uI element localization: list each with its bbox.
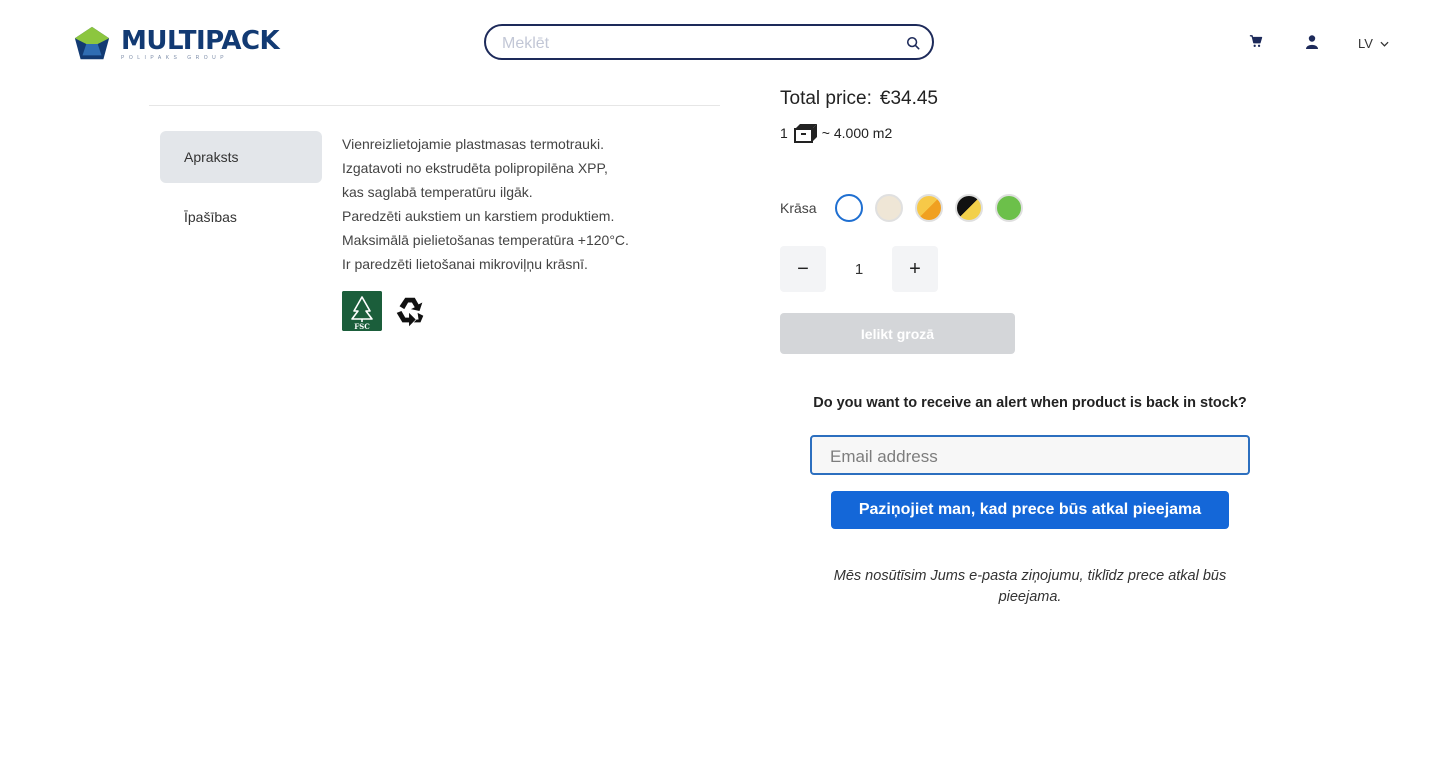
search-bar [484, 24, 934, 60]
stock-alert-note: Mēs nosūtīsim Jums e-pasta ziņojumu, tik… [833, 568, 1227, 605]
description-line: Vienreizlietojamie plastmasas termotrauk… [342, 136, 604, 152]
quantity-increase-button[interactable]: + [892, 246, 938, 292]
user-account-icon[interactable] [1306, 35, 1318, 49]
swatch-green[interactable] [994, 194, 1023, 222]
logo-subtitle: POLIPAKS GROUP [121, 54, 229, 61]
chevron-down-icon [1380, 41, 1389, 47]
tab-description[interactable]: Apraksts [160, 131, 322, 183]
fsc-badge-icon: FSC [342, 291, 382, 331]
quantity-value[interactable]: 1 [826, 261, 892, 278]
logo-wordmark: MULTIPACK [121, 25, 280, 56]
add-to-cart-button[interactable]: Ielikt grozā [780, 313, 1015, 354]
fsc-label: FSC [354, 322, 370, 331]
language-label: LV [1358, 36, 1373, 51]
tab-properties[interactable]: Īpašības [160, 191, 322, 243]
description-line: Maksimālā pielietošanas temperatūra +120… [342, 232, 629, 248]
email-field-wrapper [810, 435, 1250, 475]
search-input[interactable] [500, 32, 884, 56]
stock-alert-question: Do you want to receive an alert when pro… [813, 395, 1247, 411]
recycle-icon [396, 297, 424, 327]
description-line: Paredzēti aukstiem un karstiem produktie… [342, 208, 615, 224]
swatch-black-yellow[interactable] [954, 194, 983, 222]
product-description: Vienreizlietojamie plastmasas termotrauk… [342, 132, 629, 276]
total-price-value: €34.45 [879, 88, 938, 109]
swatch-cream[interactable] [874, 194, 903, 222]
section-divider [149, 105, 720, 106]
multipack-logo[interactable]: MULTIPACK POLIPAKS GROUP [73, 25, 280, 63]
description-line: kas saglabā temperatūru ilgāk. [342, 184, 533, 200]
swatch-white[interactable] [834, 194, 863, 222]
site-header: MULTIPACK POLIPAKS GROUP LV [0, 0, 1440, 88]
swatch-orange-yellow[interactable] [914, 194, 943, 222]
email-field[interactable] [828, 445, 1232, 469]
package-info: 1 ~ 4.000 m2 [780, 122, 892, 144]
description-line: Ir paredzēti lietošanai mikroviļņu krāsn… [342, 256, 588, 272]
total-price-label: Total price: [780, 88, 872, 109]
quantity-stepper: − 1 + [780, 246, 938, 292]
tab-label: Īpašības [184, 209, 237, 225]
total-price: Total price: €34.45 [780, 88, 938, 110]
language-selector[interactable]: LV [1358, 36, 1389, 51]
tab-label: Apraksts [184, 149, 239, 165]
color-selector: Krāsa [780, 194, 1035, 222]
package-quantity: 1 [780, 125, 788, 141]
color-label: Krāsa [780, 200, 817, 216]
quantity-decrease-button[interactable]: − [780, 246, 826, 292]
cart-icon[interactable] [1249, 34, 1263, 48]
notify-me-button[interactable]: Paziņojiet man, kad prece būs atkal piee… [831, 491, 1229, 529]
description-line: Izgatavoti no ekstrudēta polipropilēna X… [342, 160, 608, 176]
package-box-icon [793, 124, 817, 143]
search-icon[interactable] [906, 36, 920, 50]
package-area: ~ 4.000 m2 [821, 125, 893, 141]
logo-mark-icon [74, 26, 110, 60]
